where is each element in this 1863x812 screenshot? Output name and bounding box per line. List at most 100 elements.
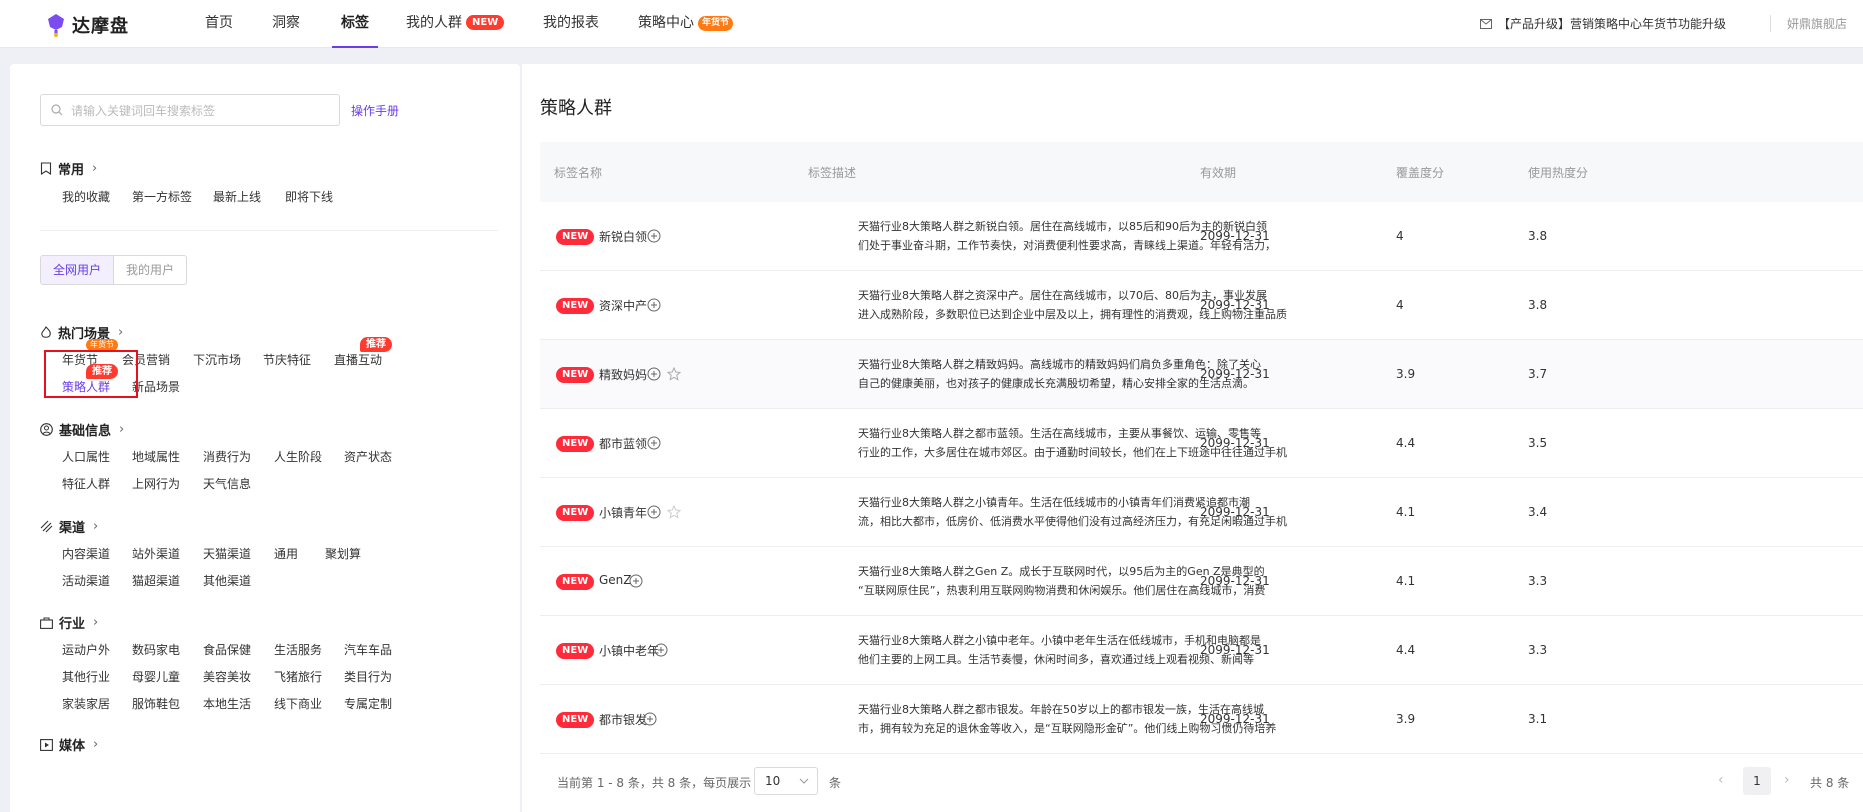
table-row[interactable]: NEW 小镇中老年 天猫行业8大策略人群之小镇中老年。小镇中老年生活在低线城市，…: [540, 616, 1863, 685]
tag-apparel[interactable]: 服饰鞋包: [132, 695, 180, 712]
new-badge: NEW: [556, 229, 595, 245]
search-input[interactable]: 请输入关键词回车搜索标签: [40, 94, 340, 126]
tag-offline-business[interactable]: 线下商业: [274, 695, 322, 712]
tag-region[interactable]: 地域属性: [132, 448, 180, 465]
tag-digital[interactable]: 数码家电: [132, 641, 180, 658]
tag-festival-traits[interactable]: 节庆特征: [263, 351, 311, 368]
segment-my-users[interactable]: 我的用户: [114, 256, 186, 284]
table-row[interactable]: NEW 小镇青年 天猫行业8大策略人群之小镇青年。生活在低线城市的小镇青年们消费…: [540, 478, 1863, 547]
section-media[interactable]: 媒体 ›: [40, 735, 98, 754]
tag-sports[interactable]: 运动户外: [62, 641, 110, 658]
segment-all-users[interactable]: 全网用户: [41, 256, 115, 284]
tag-first-party[interactable]: 第一方标签: [132, 188, 192, 205]
tag-sinking-market[interactable]: 下沉市场: [193, 351, 241, 368]
tag-content-channel[interactable]: 内容渠道: [62, 545, 110, 562]
row-expiry: 2099-12-31: [1200, 436, 1270, 450]
search-placeholder: 请输入关键词回车搜索标签: [71, 103, 216, 118]
add-circle-icon[interactable]: [647, 298, 661, 312]
add-circle-icon[interactable]: [647, 367, 661, 381]
tag-demographics[interactable]: 人口属性: [62, 448, 110, 465]
star-icon[interactable]: [667, 505, 681, 519]
table-row[interactable]: NEW 精致妈妈 天猫行业8大策略人群之精致妈妈。高线城市的精致妈妈们肩负多重角…: [540, 340, 1863, 409]
tag-favorites[interactable]: 我的收藏: [62, 188, 110, 205]
tag-tmall-supermarket[interactable]: 猫超渠道: [132, 572, 180, 589]
prev-page-icon[interactable]: ‹: [1718, 772, 1724, 788]
nav-my-reports[interactable]: 我的报表: [543, 0, 599, 48]
tag-food-health[interactable]: 食品保健: [203, 641, 251, 658]
tag-other-channel[interactable]: 其他渠道: [203, 572, 251, 589]
manual-link[interactable]: 操作手册: [351, 102, 399, 119]
tag-home[interactable]: 家装家居: [62, 695, 110, 712]
table-row[interactable]: NEW 都市蓝领 天猫行业8大策略人群之都市蓝领。生活在高线城市，主要从事餐饮、…: [540, 409, 1863, 478]
notice[interactable]: 【产品升级】营销策略中心年货节功能升级: [1480, 15, 1726, 32]
tag-live-interaction[interactable]: 直播互动: [334, 351, 382, 368]
nav-strategy-center[interactable]: 策略中心 年货节: [638, 0, 734, 48]
tag-category-behavior[interactable]: 类目行为: [344, 668, 392, 685]
table-row[interactable]: NEW 都市银发 天猫行业8大策略人群之都市银发。年龄在50岁以上的都市银发一族…: [540, 685, 1863, 754]
tag-auto[interactable]: 汽车车品: [344, 641, 392, 658]
section-common[interactable]: 常用 ›: [40, 159, 97, 178]
tag-latest[interactable]: 最新上线: [213, 188, 261, 205]
page-size-select[interactable]: 10: [754, 767, 818, 795]
add-circle-icon[interactable]: [643, 712, 657, 726]
tag-offsite-channel[interactable]: 站外渠道: [132, 545, 180, 562]
row-coverage: 4.1: [1396, 505, 1416, 519]
chevron-right-icon: ›: [119, 422, 125, 437]
tag-other-industry[interactable]: 其他行业: [62, 668, 110, 685]
tag-general[interactable]: 通用: [274, 545, 298, 562]
add-circle-icon[interactable]: [654, 643, 668, 657]
row-heat: 3.1: [1528, 712, 1548, 726]
tag-mother-baby[interactable]: 母婴儿童: [132, 668, 180, 685]
tag-new-product[interactable]: 新品场景: [132, 378, 180, 395]
tag-life-services[interactable]: 生活服务: [274, 641, 322, 658]
tag-campaign-channel[interactable]: 活动渠道: [62, 572, 110, 589]
add-circle-icon[interactable]: [647, 436, 661, 450]
row-name: 都市蓝领: [599, 437, 648, 451]
table-row[interactable]: NEW 资深中产 天猫行业8大策略人群之资深中产。居住在高线城市，以70后、80…: [540, 271, 1863, 340]
new-badge: NEW: [556, 436, 595, 452]
tag-juhuasuan[interactable]: 聚划算: [325, 545, 361, 562]
add-circle-icon[interactable]: [629, 574, 643, 588]
tag-offline-soon[interactable]: 即将下线: [285, 188, 333, 205]
page-number[interactable]: 1: [1743, 767, 1771, 795]
tag-custom[interactable]: 专属定制: [344, 695, 392, 712]
star-icon[interactable]: [667, 367, 681, 381]
bookmark-icon: [40, 162, 52, 175]
new-badge: NEW: [556, 712, 595, 728]
add-circle-icon[interactable]: [647, 505, 661, 519]
tag-consumption[interactable]: 消费行为: [203, 448, 251, 465]
logo[interactable]: 达摩盘: [46, 12, 129, 38]
next-page-icon[interactable]: ›: [1784, 772, 1790, 788]
divider: [40, 230, 498, 231]
row-coverage: 3.9: [1396, 712, 1416, 726]
table-row[interactable]: NEW 新锐白领 天猫行业8大策略人群之新锐白领。居住在高线城市，以85后和90…: [540, 202, 1863, 271]
flame-icon: [41, 326, 51, 338]
nav-insight[interactable]: 洞察: [272, 0, 300, 48]
main-panel: 策略人群 标签名称 标签描述 有效期 覆盖度分 使用热度分 NEW 新锐白领 天…: [522, 64, 1863, 812]
tag-online-behavior[interactable]: 上网行为: [132, 475, 180, 492]
tag-weather[interactable]: 天气信息: [203, 475, 251, 492]
row-expiry: 2099-12-31: [1200, 229, 1270, 243]
add-circle-icon[interactable]: [647, 229, 661, 243]
section-channel[interactable]: 渠道 ›: [40, 517, 98, 536]
row-name: GenZ: [599, 573, 632, 587]
section-industry-label: 行业: [59, 617, 86, 632]
table-row[interactable]: NEW GenZ 天猫行业8大策略人群之Gen Z。成长于互联网时代，以95后为…: [540, 547, 1863, 616]
table-header: 标签名称 标签描述 有效期 覆盖度分 使用热度分: [540, 142, 1863, 202]
tag-tmall-channel[interactable]: 天猫渠道: [203, 545, 251, 562]
tag-local-life[interactable]: 本地生活: [203, 695, 251, 712]
channel-icon: [40, 520, 53, 533]
tag-feature-audience[interactable]: 特征人群: [62, 475, 110, 492]
tag-life-stage[interactable]: 人生阶段: [274, 448, 322, 465]
nav-home[interactable]: 首页: [205, 0, 233, 48]
store-name[interactable]: 妍鼎旗舰店: [1770, 15, 1847, 32]
tag-assets[interactable]: 资产状态: [344, 448, 392, 465]
section-basic-info[interactable]: 基础信息 ›: [40, 420, 124, 439]
tag-beauty[interactable]: 美容美妆: [203, 668, 251, 685]
search-icon: [51, 104, 63, 116]
nav-my-audience[interactable]: 我的人群 NEW: [406, 0, 505, 48]
tag-fliggy[interactable]: 飞猪旅行: [274, 668, 322, 685]
nav-tags[interactable]: 标签: [332, 0, 378, 48]
section-industry[interactable]: 行业 ›: [40, 613, 98, 632]
section-channel-label: 渠道: [59, 521, 86, 536]
